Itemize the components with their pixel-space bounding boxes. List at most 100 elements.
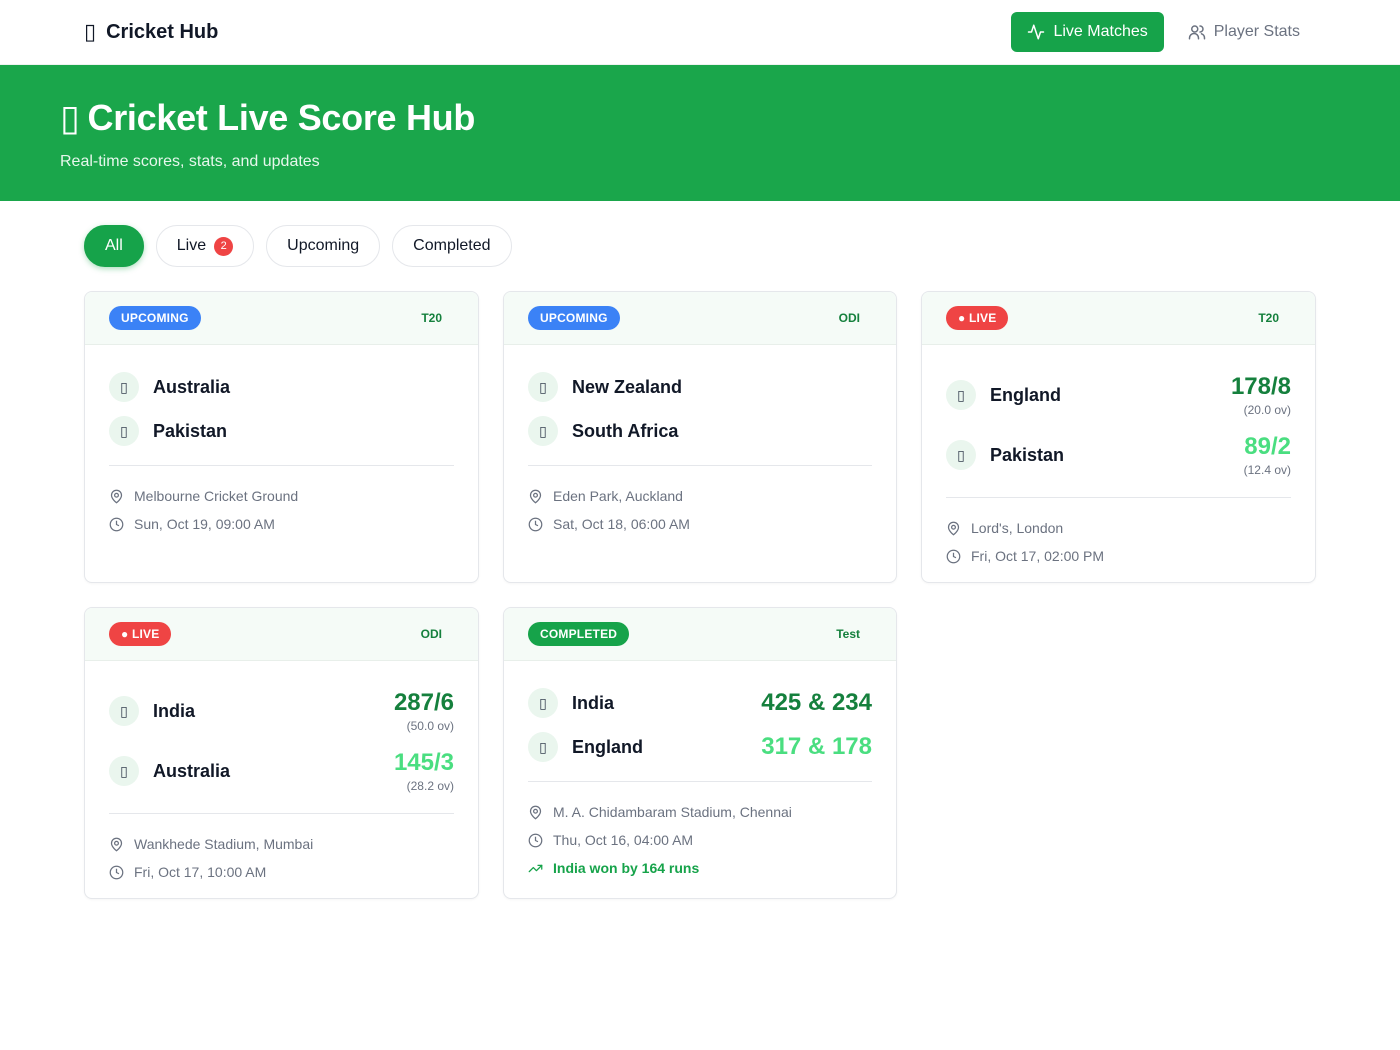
match-filters: All Live 2 Upcoming Completed	[0, 201, 1400, 267]
clock-icon	[109, 517, 124, 531]
team-info: ▯ New Zealand	[528, 372, 682, 402]
filter-all-label: All	[105, 237, 123, 254]
card-body: ▯ India 425 & 234 ▯ England 317 & 178 M.…	[504, 661, 896, 882]
result-text: India won by 164 runs	[553, 860, 700, 876]
users-icon	[1188, 25, 1205, 40]
team-name: Australia	[153, 376, 231, 397]
team-row: ▯ Australia	[109, 365, 454, 409]
card-header: ● LIVE ODI	[85, 608, 478, 661]
time-text: Thu, Oct 16, 04:00 AM	[553, 832, 694, 848]
status-badge: COMPLETED	[528, 622, 630, 646]
team-name: India	[572, 692, 615, 713]
clock-icon	[528, 517, 543, 531]
team-row: ▯ Pakistan	[109, 409, 454, 453]
team-row: ▯ New Zealand	[528, 365, 872, 409]
flag-icon: ▯	[109, 416, 139, 446]
filter-live-label: Live	[176, 237, 207, 254]
match-card[interactable]: COMPLETED Test ▯ India 425 & 234 ▯ Engla…	[503, 607, 897, 899]
team-info: ▯ Australia	[109, 372, 230, 402]
map-pin-icon	[529, 805, 542, 820]
flag-icon: ▯	[946, 380, 976, 410]
flag-icon: ▯	[528, 732, 558, 762]
top-nav: ▯ Cricket Hub Live Matches Player Stats	[0, 0, 1400, 65]
team-info: ▯ England	[528, 732, 643, 762]
match-card[interactable]: ● LIVE T20 ▯ England 178/8 (20.0 ov) ▯ P…	[921, 291, 1316, 583]
clock-icon	[109, 865, 124, 879]
team-row: ▯ Australia 145/3 (28.2 ov)	[109, 741, 454, 801]
nav-actions: Live Matches Player Stats	[1011, 12, 1300, 52]
clock-icon	[946, 549, 961, 563]
team-score: 317 & 178	[761, 733, 872, 760]
cricket-icon: ▯	[60, 97, 80, 138]
divider	[528, 781, 872, 782]
match-format: T20	[421, 311, 442, 325]
brand[interactable]: ▯ Cricket Hub	[84, 19, 218, 45]
time-text: Fri, Oct 17, 10:00 AM	[134, 864, 267, 880]
live-matches-button[interactable]: Live Matches	[1011, 12, 1164, 52]
team-score: 145/3	[393, 749, 454, 776]
status-badge: ● LIVE	[109, 622, 172, 646]
card-body: ▯ England 178/8 (20.0 ov) ▯ Pakistan 89/…	[922, 345, 1315, 570]
team-info: ▯ India	[109, 696, 195, 726]
match-format: ODI	[420, 627, 442, 641]
team-name: Pakistan	[153, 420, 228, 441]
venue: Lord's, London	[946, 514, 1291, 542]
player-stats-button[interactable]: Player Stats	[1188, 23, 1300, 41]
match-time: Thu, Oct 16, 04:00 AM	[528, 826, 872, 854]
filter-all[interactable]: All	[84, 225, 144, 267]
flag-icon: ▯	[528, 372, 558, 402]
hero-subtitle: Real-time scores, stats, and updates	[60, 153, 320, 170]
card-body: ▯ India 287/6 (50.0 ov) ▯ Australia 145/…	[85, 661, 478, 886]
time-text: Sun, Oct 19, 09:00 AM	[134, 516, 275, 532]
team-overs: (28.2 ov)	[406, 779, 454, 793]
score-block: 89/2 (12.4 ov)	[1244, 433, 1291, 477]
filter-live[interactable]: Live 2	[155, 225, 255, 267]
filter-upcoming[interactable]: Upcoming	[266, 225, 381, 267]
live-matches-label: Live Matches	[1053, 23, 1148, 40]
hero-title-text: Cricket Live Score Hub	[87, 97, 476, 138]
team-row: ▯ India 287/6 (50.0 ov)	[109, 681, 454, 741]
venue-text: M. A. Chidambaram Stadium, Chennai	[553, 804, 792, 820]
team-row: ▯ Pakistan 89/2 (12.4 ov)	[946, 425, 1291, 485]
team-name: Australia	[153, 760, 231, 781]
hero-title: ▯ Cricket Live Score Hub	[60, 97, 1340, 139]
match-format: T20	[1258, 311, 1279, 325]
map-pin-icon	[110, 837, 123, 852]
divider	[109, 813, 454, 814]
team-row: ▯ India 425 & 234	[528, 681, 872, 725]
team-name: England	[572, 736, 643, 757]
match-time: Fri, Oct 17, 10:00 AM	[109, 858, 454, 886]
team-overs: (12.4 ov)	[1243, 463, 1291, 477]
team-info: ▯ India	[528, 688, 614, 718]
divider	[109, 465, 454, 466]
team-info: ▯ Pakistan	[109, 416, 227, 446]
match-card[interactable]: ● LIVE ODI ▯ India 287/6 (50.0 ov) ▯ Aus…	[84, 607, 479, 899]
score-block: 287/6 (50.0 ov)	[394, 689, 454, 733]
card-body: ▯ New Zealand ▯ South Africa Eden Park, …	[504, 345, 896, 538]
team-info: ▯ Pakistan	[946, 440, 1064, 470]
team-name: South Africa	[572, 420, 679, 441]
trending-up-icon	[528, 864, 543, 872]
venue-text: Lord's, London	[971, 520, 1064, 536]
filter-completed[interactable]: Completed	[392, 225, 512, 267]
flag-icon: ▯	[109, 756, 139, 786]
match-card[interactable]: UPCOMING ODI ▯ New Zealand ▯ South Afric…	[503, 291, 897, 583]
team-row: ▯ England 178/8 (20.0 ov)	[946, 365, 1291, 425]
divider	[528, 465, 872, 466]
status-badge: ● LIVE	[946, 306, 1009, 330]
player-stats-label: Player Stats	[1213, 23, 1300, 40]
team-score: 89/2	[1244, 433, 1291, 460]
team-row: ▯ South Africa	[528, 409, 872, 453]
team-overs: (20.0 ov)	[1243, 403, 1291, 417]
flag-icon: ▯	[109, 372, 139, 402]
match-grid: UPCOMING T20 ▯ Australia ▯ Pakistan Melb…	[0, 267, 1400, 899]
flag-icon: ▯	[946, 440, 976, 470]
time-text: Sat, Oct 18, 06:00 AM	[553, 516, 690, 532]
team-info: ▯ South Africa	[528, 416, 678, 446]
venue-text: Melbourne Cricket Ground	[134, 488, 299, 504]
cricket-icon: ▯	[84, 19, 97, 44]
match-card[interactable]: UPCOMING T20 ▯ Australia ▯ Pakistan Melb…	[84, 291, 479, 583]
status-badge: UPCOMING	[109, 306, 201, 330]
venue-text: Eden Park, Auckland	[553, 488, 683, 504]
venue: Eden Park, Auckland	[528, 482, 872, 510]
